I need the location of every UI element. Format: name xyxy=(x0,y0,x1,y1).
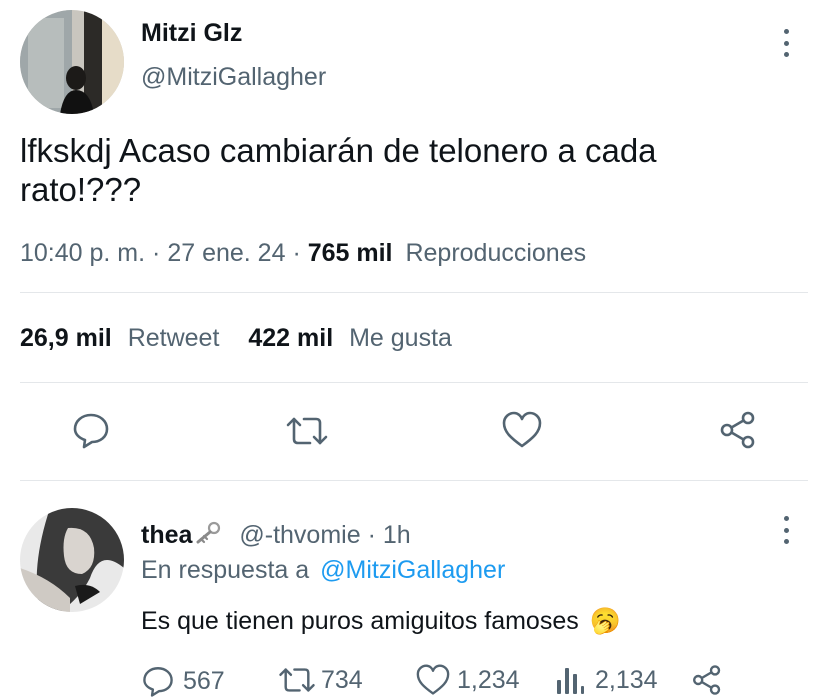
retweet-icon[interactable] xyxy=(284,413,330,449)
reply-replies-button[interactable]: 567 xyxy=(141,664,225,698)
replying-to-handle[interactable]: @MitziGallagher xyxy=(320,556,505,584)
avatar[interactable] xyxy=(20,10,124,114)
key-icon xyxy=(194,521,222,552)
reply-avatar[interactable] xyxy=(20,508,124,612)
author-name[interactable]: Mitzi Glz xyxy=(141,18,242,48)
reply-likes-count: 1,234 xyxy=(457,666,520,694)
reply-icon[interactable] xyxy=(71,410,111,450)
reply-views-count: 2,134 xyxy=(595,666,658,694)
retweets-label: Retweet xyxy=(127,324,220,352)
like-icon xyxy=(415,664,451,696)
views-icon xyxy=(555,664,585,696)
reply-share-icon[interactable] xyxy=(691,664,723,696)
replying-to-prefix: En respuesta a xyxy=(141,556,310,584)
retweets-count: 26,9 mil xyxy=(20,324,112,352)
reply-header: thea @-thvomie · 1h xyxy=(141,520,411,552)
more-options-icon[interactable] xyxy=(781,29,791,57)
reply-retweets-button[interactable]: 734 xyxy=(277,664,363,696)
reply-author-handle[interactable]: @-thvomie xyxy=(239,521,360,549)
reply-views-button[interactable]: 2,134 xyxy=(555,664,658,696)
likes-stat[interactable]: 422 mil Me gusta xyxy=(248,324,452,352)
reply-stats-bar: 567 734 1,234 2,134 xyxy=(141,664,828,698)
reply-separator: · xyxy=(367,521,376,549)
share-icon[interactable] xyxy=(718,410,758,450)
like-icon[interactable] xyxy=(501,411,543,449)
views-count: 765 mil xyxy=(307,239,393,267)
retweets-stat[interactable]: 26,9 mil Retweet xyxy=(20,324,226,352)
tweet-date: 27 ene. 24 xyxy=(167,239,286,267)
engagement-stats: 26,9 mil Retweet 422 mil Me gusta xyxy=(20,323,452,353)
likes-count: 422 mil xyxy=(248,324,334,352)
reply-replies-count: 567 xyxy=(183,667,225,695)
tweet-time: 10:40 p. m. xyxy=(20,239,146,267)
reply-author-name[interactable]: thea xyxy=(141,521,192,549)
reply-icon xyxy=(141,664,175,698)
divider xyxy=(20,480,808,481)
meta-separator: · xyxy=(152,239,161,267)
author-handle[interactable]: @MitziGallagher xyxy=(141,62,326,92)
divider xyxy=(20,292,808,293)
reply-text-body: Es que tienen puros amiguitos famoses xyxy=(141,607,579,635)
divider xyxy=(20,382,808,383)
reply-text: Es que tienen puros amiguitos famoses 🥱 xyxy=(141,606,621,636)
reply-likes-button[interactable]: 1,234 xyxy=(415,664,520,696)
meta-separator: · xyxy=(292,239,301,267)
tweet-meta: 10:40 p. m. · 27 ene. 24 · 765 mil Repro… xyxy=(20,238,586,268)
views-label: Reproducciones xyxy=(405,239,587,267)
retweet-icon xyxy=(277,664,317,696)
yawning-face-emoji: 🥱 xyxy=(589,607,621,635)
reply-more-options-icon[interactable] xyxy=(781,516,791,544)
reply-retweets-count: 734 xyxy=(321,666,363,694)
reply-time[interactable]: 1h xyxy=(383,521,411,549)
tweet-text-line-1: lfkskdj Acaso cambiarán de telonero a ca… xyxy=(20,132,657,169)
likes-label: Me gusta xyxy=(349,324,452,352)
replying-to: En respuesta a @MitziGallagher xyxy=(141,555,505,585)
tweet-text-line-2: rato!??? xyxy=(20,171,142,208)
